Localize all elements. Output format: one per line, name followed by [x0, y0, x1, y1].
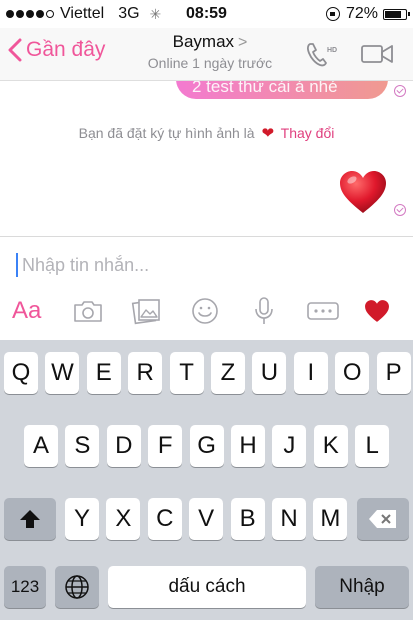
return-key[interactable]: Nhập	[315, 566, 409, 608]
space-key[interactable]: dấu cách	[108, 566, 306, 608]
more-button[interactable]	[306, 295, 340, 327]
heart-icon: ❤	[261, 125, 275, 142]
key-y[interactable]: Y	[65, 498, 99, 540]
battery-percent: 72%	[345, 5, 378, 22]
key-f[interactable]: F	[148, 425, 183, 467]
globe-icon	[65, 575, 89, 599]
message-input[interactable]	[16, 253, 402, 277]
rotation-lock-icon	[325, 7, 340, 21]
phone-icon: HD	[307, 43, 337, 67]
heart-message-icon[interactable]	[338, 169, 388, 215]
key-u[interactable]: U	[252, 352, 287, 394]
key-s[interactable]: S	[65, 425, 100, 467]
microphone-icon	[255, 297, 273, 324]
key-n[interactable]: N	[272, 498, 306, 540]
key-b[interactable]: B	[230, 498, 265, 540]
backspace-key[interactable]	[357, 498, 409, 540]
seen-check-icon	[394, 204, 406, 216]
seen-check-icon	[394, 85, 406, 97]
heart-send-button[interactable]	[364, 295, 390, 327]
notice-text: Bạn đã đặt ký tự hình ảnh là	[78, 125, 255, 141]
status-right: 72%	[325, 5, 410, 23]
conversation-header: Gần đây Baymax > Online 1 ngày trước HD	[0, 28, 413, 81]
back-button[interactable]: Gần đây	[8, 38, 105, 62]
key-p[interactable]: P	[376, 352, 411, 394]
key-v[interactable]: V	[189, 498, 224, 540]
key-g[interactable]: G	[189, 425, 224, 467]
change-link[interactable]: Thay đổi	[281, 125, 335, 141]
emoji-change-notice: Bạn đã đặt ký tự hình ảnh là ❤ Thay đổi	[0, 124, 413, 142]
key-z[interactable]: Z	[211, 352, 245, 394]
key-c[interactable]: C	[147, 498, 182, 540]
emoji-icon	[192, 298, 218, 324]
contact-info[interactable]: Baymax > Online 1 ngày trước	[130, 32, 290, 71]
gallery-button[interactable]	[131, 295, 163, 327]
shift-arrow-icon	[20, 510, 40, 528]
key-w[interactable]: W	[45, 352, 80, 394]
key-m[interactable]: M	[313, 498, 348, 540]
compose-bar: Aa	[0, 236, 413, 341]
key-d[interactable]: D	[106, 425, 141, 467]
numbers-key[interactable]: 123	[4, 566, 46, 608]
key-e[interactable]: E	[86, 352, 121, 394]
video-call-button[interactable]	[360, 42, 396, 71]
key-l[interactable]: L	[355, 425, 390, 467]
voice-button[interactable]	[251, 295, 277, 327]
video-camera-icon	[361, 45, 393, 63]
keyboard: QWERTZUIOP ASDFGHJKL YXCVBNM 123 dấu các…	[0, 340, 413, 620]
key-i[interactable]: I	[293, 352, 328, 394]
status-bar: Viettel 3G ✳ 08:59 72%	[0, 0, 413, 28]
hd-badge: HD	[327, 47, 337, 54]
key-t[interactable]: T	[169, 352, 204, 394]
key-o[interactable]: O	[335, 352, 370, 394]
text-format-icon: Aa	[12, 297, 42, 324]
chevron-left-icon	[8, 38, 22, 62]
key-x[interactable]: X	[106, 498, 141, 540]
key-h[interactable]: H	[231, 425, 265, 467]
battery-icon	[383, 8, 410, 20]
back-label: Gần đây	[26, 38, 106, 61]
more-icon	[307, 302, 339, 320]
sent-message-text: 2 test thử cái á nhé	[192, 81, 338, 96]
key-a[interactable]: A	[24, 425, 58, 467]
camera-button[interactable]	[72, 295, 104, 327]
contact-status: Online 1 ngày trước	[147, 55, 273, 71]
heart-icon	[365, 300, 389, 322]
backspace-icon	[369, 510, 396, 528]
hd-call-button[interactable]: HD	[304, 40, 344, 75]
key-j[interactable]: J	[272, 425, 307, 467]
contact-name: Baymax	[172, 32, 235, 51]
message-thread[interactable]: 2 test thử cái á nhé Bạn đã đặt ký tự hì…	[0, 81, 413, 236]
key-r[interactable]: R	[128, 352, 163, 394]
chevron-right-icon: >	[238, 34, 248, 51]
key-k[interactable]: K	[313, 425, 348, 467]
camera-icon	[74, 301, 102, 322]
emoji-button[interactable]	[190, 295, 220, 327]
globe-key[interactable]	[55, 566, 99, 608]
key-q[interactable]: Q	[4, 352, 38, 394]
text-format-button[interactable]: Aa	[12, 295, 41, 327]
gallery-icon	[131, 299, 160, 325]
shift-key[interactable]	[4, 498, 56, 540]
